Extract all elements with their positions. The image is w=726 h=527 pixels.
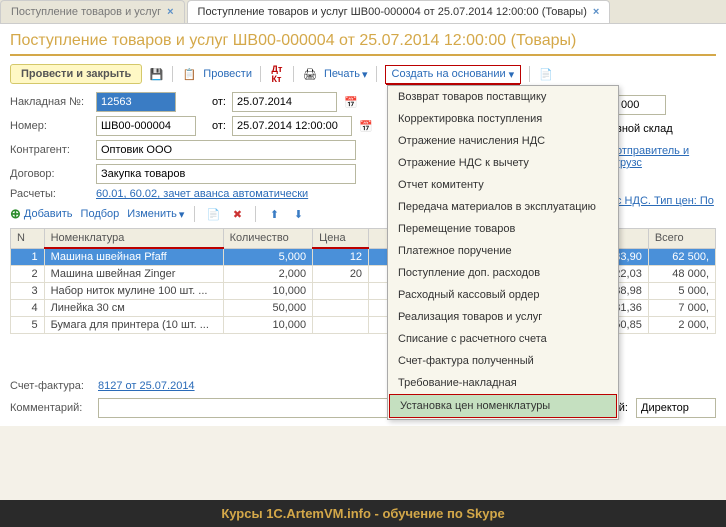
col-total[interactable]: Всего xyxy=(648,229,715,249)
tab-item-active[interactable]: Поступление товаров и услуг ШВ00-000004 … xyxy=(187,0,611,23)
col-qty[interactable]: Количество xyxy=(223,229,313,249)
add-button[interactable]: ⊕Добавить xyxy=(10,206,73,222)
menu-item-highlighted[interactable]: Установка цен номенклатуры xyxy=(389,394,617,418)
comment-input[interactable] xyxy=(98,398,428,418)
nds-link[interactable]: с НДС. Тип цен: По xyxy=(616,195,714,207)
menu-item[interactable]: Расходный кассовый ордер xyxy=(388,284,618,306)
close-icon[interactable]: × xyxy=(593,6,599,18)
date-input[interactable] xyxy=(232,92,337,112)
menu-item[interactable]: Списание с расчетного счета xyxy=(388,328,618,350)
print-button[interactable]: Печать ▾ xyxy=(324,68,368,81)
post-and-close-button[interactable]: Провести и закрыть xyxy=(10,64,142,84)
toolbar: Провести и закрыть 💾 📋 Провести ДтКт 🖨 П… xyxy=(10,64,716,84)
menu-item[interactable]: Платежное поручение xyxy=(388,240,618,262)
invoice-label: Накладная №: xyxy=(10,96,90,108)
separator xyxy=(255,206,256,222)
delete-icon[interactable]: ✖ xyxy=(229,206,245,222)
number-input[interactable] xyxy=(96,116,196,136)
contragent-input[interactable] xyxy=(96,140,356,160)
menu-item[interactable]: Корректировка поступления xyxy=(388,108,618,130)
sf-link[interactable]: 8127 от 25.07.2014 xyxy=(98,380,195,392)
menu-item[interactable]: Перемещение товаров xyxy=(388,218,618,240)
warehouse-text: вной склад xyxy=(616,123,673,135)
separator xyxy=(172,66,173,82)
separator xyxy=(529,66,530,82)
report-icon[interactable]: 📄 xyxy=(538,66,554,82)
move-up-icon[interactable]: ⬆ xyxy=(266,206,282,222)
post-icon[interactable]: 📋 xyxy=(181,66,197,82)
from-label-2: от: xyxy=(212,120,226,132)
col-n[interactable]: N xyxy=(11,229,45,249)
calendar-icon[interactable]: 📅 xyxy=(358,118,374,134)
calendar-icon[interactable]: 📅 xyxy=(343,94,359,110)
comment-label: Комментарий: xyxy=(10,402,90,414)
sender-link[interactable]: отправитель и грузс xyxy=(616,145,689,169)
col-nomenclature[interactable]: Номенклатура xyxy=(44,229,223,249)
tab-item[interactable]: Поступление товаров и услуг × xyxy=(0,0,185,23)
menu-item[interactable]: Возврат товаров поставщику xyxy=(388,86,618,108)
tab-label: Поступление товаров и услуг ШВ00-000004 … xyxy=(198,6,587,18)
menu-item[interactable]: Отражение НДС к вычету xyxy=(388,152,618,174)
menu-item[interactable]: Реализация товаров и услуг xyxy=(388,306,618,328)
separator xyxy=(293,66,294,82)
separator xyxy=(376,66,377,82)
invoice-input[interactable] xyxy=(96,92,176,112)
plus-icon: ⊕ xyxy=(10,206,21,222)
separator xyxy=(194,206,195,222)
create-based-menu: Возврат товаров поставщикуКорректировка … xyxy=(387,85,619,420)
select-button[interactable]: Подбор xyxy=(81,208,120,220)
right-column: вной склад отправитель и грузс с НДС. Ти… xyxy=(616,95,716,211)
save-icon[interactable]: 💾 xyxy=(148,66,164,82)
tab-label: Поступление товаров и услуг xyxy=(11,6,161,18)
menu-item[interactable]: Отчет комитенту xyxy=(388,174,618,196)
post-button[interactable]: Провести xyxy=(203,68,252,80)
footer-banner: Курсы 1С.ArtemVM.info - обучение по Skyp… xyxy=(0,500,726,527)
menu-item[interactable]: Передача материалов в эксплуатацию xyxy=(388,196,618,218)
contragent-label: Контрагент: xyxy=(10,144,90,156)
tab-bar: Поступление товаров и услуг × Поступлени… xyxy=(0,0,726,24)
move-down-icon[interactable]: ⬇ xyxy=(290,206,306,222)
print-icon[interactable]: 🖨 xyxy=(302,66,318,82)
contract-input[interactable] xyxy=(96,164,356,184)
calc-label: Расчеты: xyxy=(10,188,90,200)
edit-button[interactable]: Изменить ▾ xyxy=(127,208,184,221)
separator xyxy=(260,66,261,82)
menu-item[interactable]: Поступление доп. расходов xyxy=(388,262,618,284)
dt-kt-icon[interactable]: ДтКт xyxy=(269,66,285,82)
datetime-input[interactable] xyxy=(232,116,352,136)
number-label: Номер: xyxy=(10,120,90,132)
menu-item[interactable]: Отражение начисления НДС xyxy=(388,130,618,152)
calc-link[interactable]: 60.01, 60.02, зачет аванса автоматически xyxy=(96,188,308,200)
from-label: от: xyxy=(212,96,226,108)
menu-item[interactable]: Счет-фактура полученный xyxy=(388,350,618,372)
page-title: Поступление товаров и услуг ШВ00-000004 … xyxy=(10,32,716,56)
field-000[interactable] xyxy=(616,95,666,115)
sf-label: Счет-фактура: xyxy=(10,380,90,392)
resp-input[interactable] xyxy=(636,398,716,418)
close-icon[interactable]: × xyxy=(167,6,173,18)
menu-item[interactable]: Требование-накладная xyxy=(388,372,618,394)
create-based-dropdown[interactable]: Создать на основании ▾ xyxy=(385,65,522,84)
col-price[interactable]: Цена xyxy=(313,229,369,249)
contract-label: Договор: xyxy=(10,168,90,180)
copy-icon[interactable]: 📄 xyxy=(205,206,221,222)
